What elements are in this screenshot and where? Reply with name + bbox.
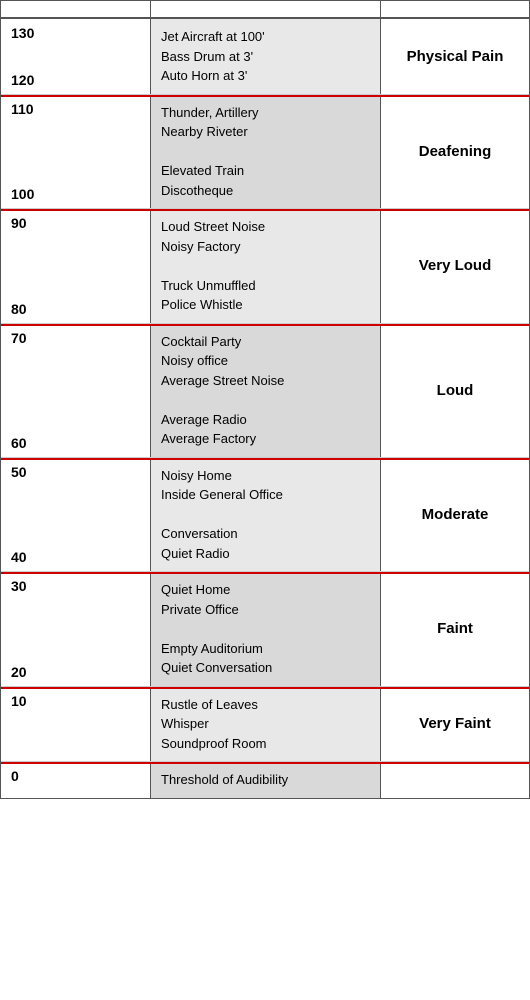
level-top: 130 [7,25,34,41]
source-column: Threshold of Audibility [151,762,381,798]
source-column: Noisy Home Inside General Office Convers… [151,458,381,572]
level-column: 10 [1,687,151,762]
level-top: 50 [7,464,27,480]
band-row: 130 120 Jet Aircraft at 100' Bass Drum at … [1,19,529,95]
level-top: 0 [7,768,19,784]
sensation-column: Very Loud [381,209,529,323]
level-column: 130 120 [1,19,151,94]
level-column: 90 80 [1,209,151,323]
source-column: Thunder, Artillery Nearby Riveter Elevat… [151,95,381,209]
sound-pressure-table: 130 120 Jet Aircraft at 100' Bass Drum at … [0,0,530,799]
sensation-header [381,1,529,17]
source-column: Quiet Home Private Office Empty Auditori… [151,572,381,686]
sensation-column: Moderate [381,458,529,572]
sensation-column: Loud [381,324,529,457]
source-column: Jet Aircraft at 100' Bass Drum at 3' Aut… [151,19,381,94]
level-column: 0 [1,762,151,798]
sensation-column [381,762,529,798]
level-column: 110 100 [1,95,151,209]
source-text: Rustle of Leaves Whisper Soundproof Room [161,695,267,754]
source-text: Thunder, Artillery Nearby Riveter Elevat… [161,103,259,201]
level-bottom: 60 [7,435,27,451]
level-bottom: 80 [7,301,27,317]
source-header [151,1,381,17]
source-text: Jet Aircraft at 100' Bass Drum at 3' Aut… [161,27,265,86]
sensation-column: Faint [381,572,529,686]
source-text: Loud Street Noise Noisy Factory Truck Un… [161,217,265,315]
level-column: 30 20 [1,572,151,686]
band-row: 90 80 Loud Street Noise Noisy Factory Truc… [1,209,529,324]
level-column: 50 40 [1,458,151,572]
source-text: Noisy Home Inside General Office Convers… [161,466,283,564]
level-top: 30 [7,578,27,594]
band-row: 110 100 Thunder, Artillery Nearby Riveter … [1,95,529,210]
level-bottom: 40 [7,549,27,565]
level-top: 70 [7,330,27,346]
level-column: 70 60 [1,324,151,457]
sensation-column: Deafening [381,95,529,209]
source-text: Quiet Home Private Office Empty Auditori… [161,580,272,678]
source-column: Loud Street Noise Noisy Factory Truck Un… [151,209,381,323]
source-text: Cocktail Party Noisy office Average Stre… [161,332,284,449]
source-column: Rustle of Leaves Whisper Soundproof Room [151,687,381,762]
level-bottom: 100 [7,186,34,202]
level-top: 90 [7,215,27,231]
level-top: 10 [7,693,27,709]
level-bottom: 120 [7,72,34,88]
bands-container: 130 120 Jet Aircraft at 100' Bass Drum at … [1,19,529,798]
table-header [1,1,529,19]
band-row: 10 Rustle of Leaves Whisper Soundproof Ro… [1,687,529,763]
band-row: 70 60 Cocktail Party Noisy office Average … [1,324,529,458]
level-top: 110 [7,101,34,117]
sensation-column: Physical Pain [381,19,529,94]
source-column: Cocktail Party Noisy office Average Stre… [151,324,381,457]
band-row: 0 Threshold of Audibility [1,762,529,798]
source-text: Threshold of Audibility [161,770,288,790]
sensation-column: Very Faint [381,687,529,762]
spl-header [1,1,151,17]
band-row: 30 20 Quiet Home Private Office Empty Audi… [1,572,529,687]
band-row: 50 40 Noisy Home Inside General Office Con… [1,458,529,573]
level-bottom: 20 [7,664,27,680]
